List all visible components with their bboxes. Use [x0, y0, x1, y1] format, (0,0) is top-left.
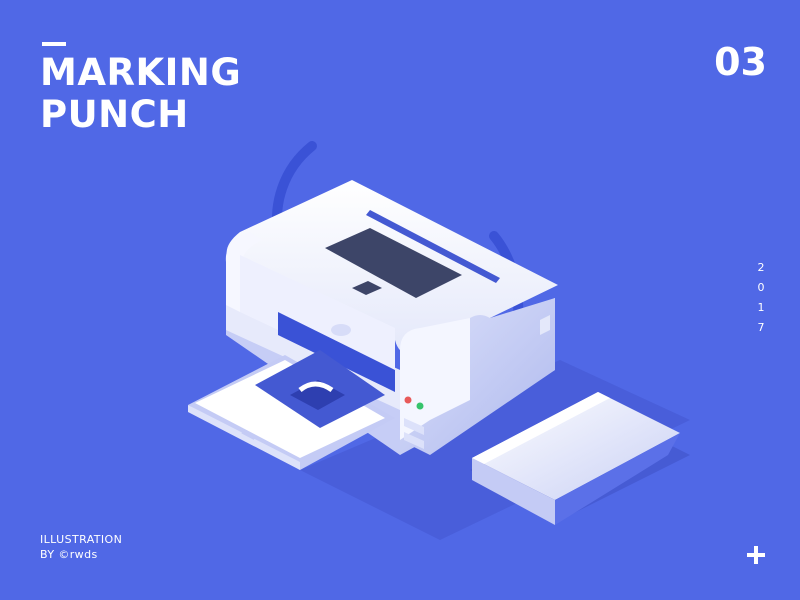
printer-button — [331, 324, 351, 336]
credit-line-2: BY ©rwds — [40, 548, 98, 561]
plus-icon[interactable] — [744, 543, 768, 567]
led-red — [404, 396, 412, 404]
credit: ILLUSTRATION BY ©rwds — [40, 532, 122, 562]
printer-illustration — [188, 141, 690, 540]
credit-line-1: ILLUSTRATION — [40, 533, 123, 546]
led-green — [416, 402, 424, 410]
poster: MARKING PUNCH 03 2 0 1 7 ILLUSTRATION BY… — [0, 0, 800, 600]
